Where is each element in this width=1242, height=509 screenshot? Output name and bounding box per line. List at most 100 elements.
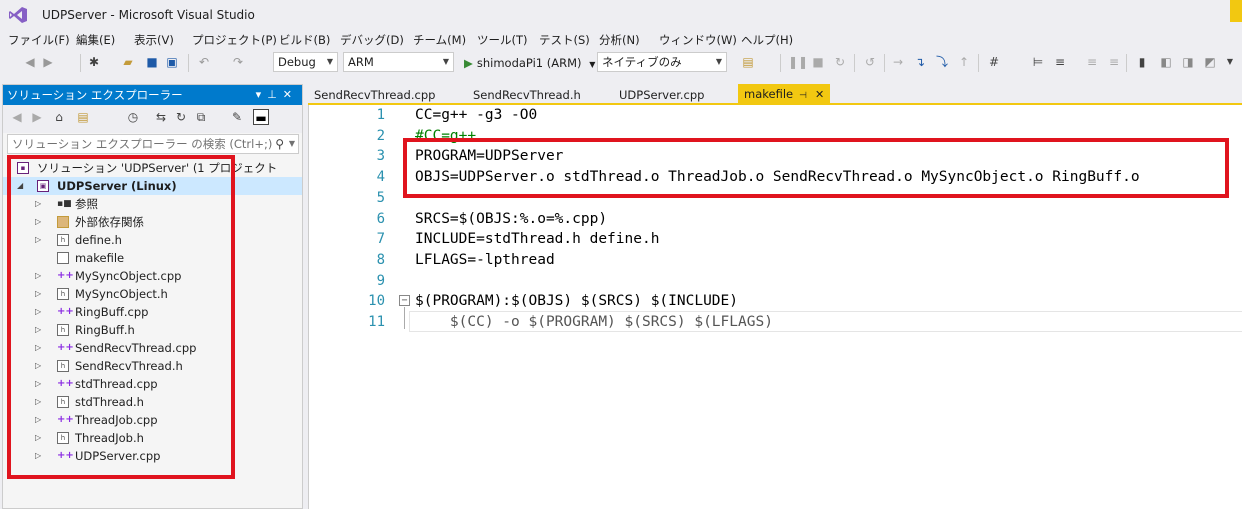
menu-build[interactable]: ビルド(B) [279,32,330,48]
configuration-value: Debug [278,55,316,69]
properties-icon[interactable]: ✎ [229,109,245,125]
search-icon[interactable]: ⚲ [275,135,284,153]
close-icon[interactable]: ✕ [283,88,298,101]
menu-tools[interactable]: ツール(T) [477,32,528,48]
indent-icon[interactable]: ≡ [1052,54,1068,70]
comment-icon[interactable]: ⊨ [1030,54,1046,70]
dropdown-icon[interactable]: ▾ [256,88,268,101]
forward-icon[interactable]: ▶ [40,54,56,70]
outdent-icon[interactable]: ≡ [1084,54,1100,70]
open-folder-icon[interactable]: ▰ [120,54,136,70]
chevron-down-icon: ▼ [715,57,722,66]
search-placeholder: ソリューション エクスプローラー の検索 (Ctrl+;) [12,137,273,151]
highlight-box-file-list [7,155,235,479]
stop-icon[interactable]: ■ [810,54,826,70]
code-line[interactable]: $(PROGRAM):$(OBJS) $(SRCS) $(INCLUDE) [415,291,738,312]
line-number: 2 [376,127,385,144]
close-icon[interactable]: ✕ [815,88,824,101]
redo-icon[interactable]: ↷ [230,54,246,70]
next-bookmark-icon[interactable]: ◨ [1180,54,1196,70]
toolbar-separator [884,54,885,72]
toolbar-overflow-icon[interactable]: ▼ [1222,54,1238,70]
line-number: 6 [376,210,385,227]
menu-help[interactable]: ヘルプ(H) [741,32,793,48]
chevron-down-icon: ▼ [589,60,596,69]
save-all-icon[interactable]: ▣ [164,54,180,70]
code-line[interactable]: $(CC) -o $(PROGRAM) $(SRCS) $(LFLAGS) [415,312,773,333]
collapse-all-icon[interactable]: ⧉ [193,109,209,125]
solution-explorer-title: ソリューション エクスプローラー [7,88,183,102]
pending-changes-icon[interactable]: ◷ [125,109,141,125]
back-icon[interactable]: ◀ [9,109,25,125]
platform-select[interactable]: ARM ▼ [343,52,454,72]
preview-icon[interactable]: ▬ [253,109,269,125]
refresh-icon[interactable]: ↻ [173,109,189,125]
code-line[interactable]: SRCS=$(OBJS:%.o=%.cpp) [415,209,607,230]
line-number: 10 [368,293,385,310]
step-over-curve-icon[interactable]: ⤵ [934,54,950,70]
undo-icon[interactable]: ↶ [196,54,212,70]
editor-tab-bar: SendRecvThread.cpp SendRecvThread.h UDPS… [308,84,1242,104]
tab-sendrecvthread-h[interactable]: SendRecvThread.h [467,86,587,104]
line-number: 8 [376,251,385,268]
solution-explorer-toolbar: ◀ ▶ ⌂ ▤ ◷ ⇆ ↻ ⧉ ✎ ▬ [3,105,302,133]
back-icon[interactable]: ◀ [22,54,38,70]
tab-sendrecvthread-cpp[interactable]: SendRecvThread.cpp [308,86,441,104]
home-icon[interactable]: ⌂ [51,109,67,125]
toolbar-separator [978,54,979,72]
tab-udpserver-cpp[interactable]: UDPServer.cpp [613,86,710,104]
menu-window[interactable]: ウィンドウ(W) [659,32,737,48]
visual-studio-icon [9,7,27,23]
new-project-icon[interactable]: ✱ [86,54,102,70]
pin-icon[interactable]: ⊥ [267,88,283,101]
menu-view[interactable]: 表示(V) [134,32,174,48]
configuration-select[interactable]: Debug ▼ [273,52,338,72]
menu-team[interactable]: チーム(M) [413,32,466,48]
step-into-icon[interactable]: → [890,54,906,70]
run-target-label: shimodaPi1 (ARM) [476,56,582,70]
window-title: UDPServer - Microsoft Visual Studio [42,8,255,22]
chevron-down-icon[interactable]: ▼ [289,135,295,153]
collapse-icon[interactable]: − [399,295,410,306]
fold-guide [404,307,405,329]
hex-display-icon[interactable]: # [986,54,1002,70]
prev-bookmark-icon[interactable]: ◧ [1158,54,1174,70]
menu-debug[interactable]: デバッグ(D) [340,32,404,48]
tab-label: makefile [744,87,794,101]
code-line[interactable]: CC=g++ -g3 -O0 [415,105,537,126]
save-icon[interactable]: ■ [144,54,160,70]
toolbar-separator [780,54,781,72]
menu-project[interactable]: プロジェクト(P) [192,32,277,48]
forward-icon[interactable]: ▶ [29,109,45,125]
step-out-icon[interactable]: ↑ [956,54,972,70]
clear-bookmarks-icon[interactable]: ◩ [1202,54,1218,70]
line-number: 7 [376,231,385,248]
tab-makefile[interactable]: makefile ⊣ ✕ [738,84,831,104]
pin-icon[interactable]: ⊣ [799,91,807,101]
bookmark-icon[interactable]: ▮ [1134,54,1150,70]
debugger-type-value: ネイティブのみ [602,55,682,69]
code-line[interactable]: INCLUDE=stdThread.h define.h [415,229,659,250]
sync-icon[interactable]: ⇆ [153,109,169,125]
menu-test[interactable]: テスト(S) [539,32,590,48]
show-next-statement-icon[interactable]: ↺ [862,54,878,70]
uncomment-icon[interactable]: ≡ [1106,54,1122,70]
menu-analyze[interactable]: 分析(N) [599,32,640,48]
restart-icon[interactable]: ↻ [832,54,848,70]
switch-views-icon[interactable]: ▤ [75,109,91,125]
pause-icon[interactable]: ❚❚ [788,54,808,70]
debugger-type-select[interactable]: ネイティブのみ ▼ [597,52,727,72]
start-debugging-button[interactable]: ▶ shimodaPi1 (ARM) ▼ [464,54,595,72]
highlight-box-makefile-vars [403,138,1229,198]
toolbar-separator [80,54,81,72]
line-number: 1 [376,107,385,123]
menu-edit[interactable]: 編集(E) [76,32,115,48]
attach-icon[interactable]: ▤ [740,54,756,70]
menu-file[interactable]: ファイル(F) [8,32,70,48]
code-line[interactable]: LFLAGS=-lpthread [415,250,555,271]
solution-explorer-search-input[interactable]: ソリューション エクスプローラー の検索 (Ctrl+;) ⚲ ▼ [7,134,299,154]
step-over-icon[interactable]: ↴ [912,54,928,70]
line-number: 5 [376,189,385,206]
chevron-down-icon: ▼ [326,57,333,66]
line-number: 3 [376,148,385,165]
